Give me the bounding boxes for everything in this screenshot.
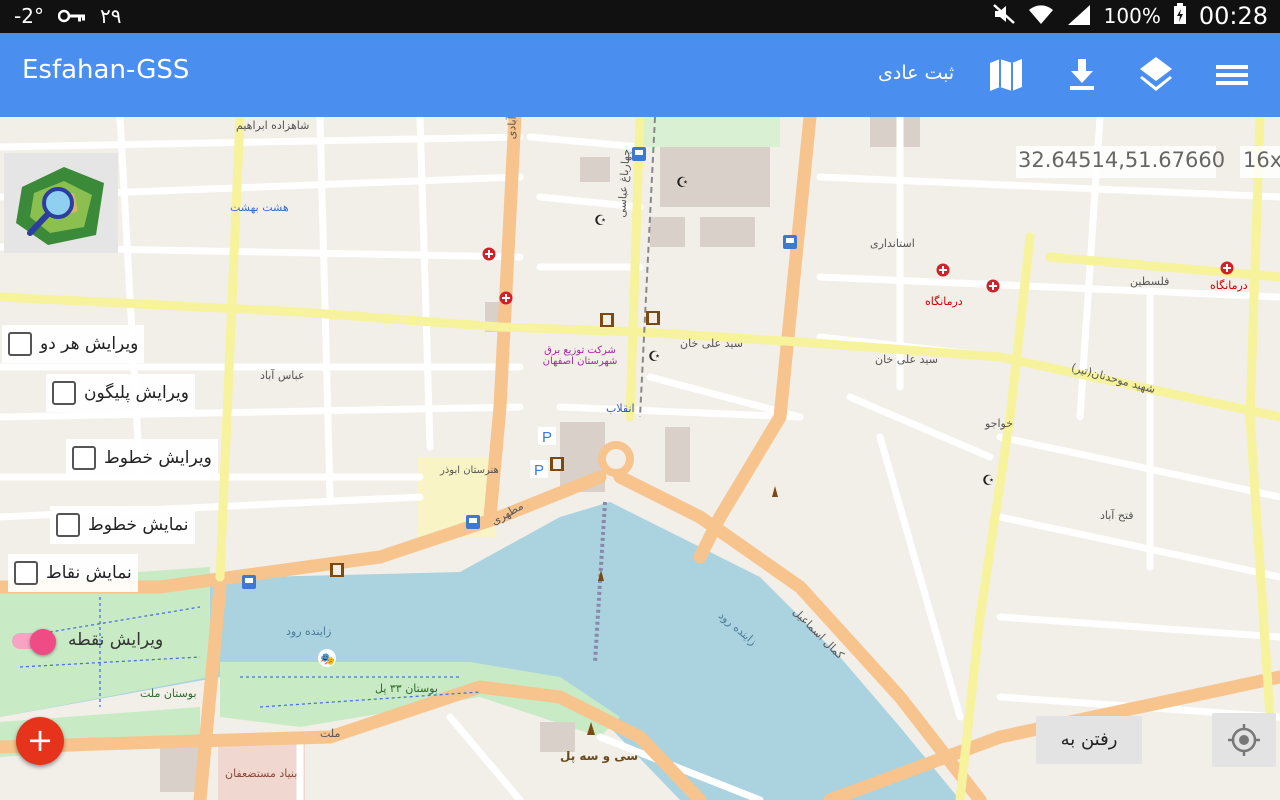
menu-icon[interactable] <box>1210 53 1254 97</box>
toggle-edit-lines[interactable]: ویرایش خطوط <box>66 439 218 477</box>
mosque-icon[interactable]: ☪ <box>676 175 690 189</box>
map-label: سید علی خان <box>680 337 743 350</box>
map-label: خواجو <box>985 417 1014 430</box>
map-label: هنرستان ابوذر <box>440 465 499 476</box>
map-label: فتح آباد <box>1100 509 1134 522</box>
mute-icon <box>992 3 1016 30</box>
map-search-icon <box>4 153 118 253</box>
hospital-icon[interactable] <box>986 279 1000 293</box>
map-icon[interactable] <box>984 53 1028 97</box>
wifi-icon <box>1028 3 1054 30</box>
svg-text:☪: ☪ <box>982 473 995 487</box>
bus-stop-icon[interactable] <box>242 575 256 589</box>
bus-stop-icon[interactable] <box>783 235 797 249</box>
parking-icon[interactable]: P <box>530 460 548 478</box>
svg-text:P: P <box>542 429 552 445</box>
point-edit-row: ویرایش نقطه <box>8 629 164 655</box>
map-label: فلسطین <box>1130 275 1170 288</box>
mosque-icon[interactable]: ☪ <box>594 213 608 227</box>
coordinates-readout: 32.64514,51.67660 <box>1016 146 1225 178</box>
map-label: بوستان ۳۳ پل <box>375 682 438 695</box>
status-bar: -2° ۲۹ 100% 00:28 <box>0 0 1280 33</box>
layers-icon[interactable] <box>1134 53 1178 97</box>
checkbox[interactable] <box>56 513 80 537</box>
monument-icon[interactable] <box>768 485 782 499</box>
bus-stop-icon[interactable] <box>632 147 646 161</box>
download-icon[interactable] <box>1060 53 1104 97</box>
cinema-icon[interactable] <box>600 313 614 327</box>
switch-knob <box>30 629 56 655</box>
toggle-show-lines-label: نمایش خطوط <box>88 515 189 535</box>
checkbox[interactable] <box>52 381 76 405</box>
app-title: Esfahan-GSS <box>22 55 190 85</box>
cinema-icon[interactable] <box>550 457 564 471</box>
theatre-icon[interactable]: 🎭 <box>318 649 336 667</box>
point-edit-label: ویرایش نقطه <box>68 630 164 650</box>
app-bar: Esfahan-GSS ثبت عادی <box>0 33 1280 117</box>
monument-icon[interactable] <box>583 721 599 737</box>
hospital-icon[interactable] <box>499 291 513 305</box>
toggle-show-lines[interactable]: نمایش خطوط <box>50 506 195 544</box>
map-label: شاهزاده ابراهیم <box>236 119 310 132</box>
signal-icon <box>1066 3 1092 30</box>
map-label: درمانگاه <box>1210 279 1248 292</box>
map-label: درمانگاه <box>925 295 963 308</box>
toggle-edit-polygon-label: ویرایش پلیگون <box>84 383 189 403</box>
checkbox[interactable] <box>14 561 38 585</box>
svg-text:P: P <box>534 462 544 478</box>
svg-text:☪: ☪ <box>676 175 689 189</box>
goto-button[interactable]: رفتن به <box>1036 716 1142 764</box>
map-label: عباس آباد <box>260 369 305 382</box>
toggle-edit-polygon[interactable]: ویرایش پلیگون <box>46 374 195 412</box>
parking-icon[interactable]: P <box>538 427 556 445</box>
toggle-edit-both[interactable]: ویرایش هر دو <box>2 325 145 363</box>
clock: 00:28 <box>1198 2 1268 30</box>
checkbox[interactable] <box>8 332 32 356</box>
hospital-icon[interactable] <box>482 247 496 261</box>
svg-text:🎭: 🎭 <box>320 652 335 666</box>
map-label: انقلاب <box>606 402 635 415</box>
map-label: استانداری <box>870 237 915 250</box>
map-label: بوستان ملت <box>140 687 197 700</box>
battery-percent: 100% <box>1103 4 1161 28</box>
map-search-thumbnail[interactable] <box>4 153 118 253</box>
cinema-icon[interactable] <box>330 563 344 577</box>
svg-text:☪: ☪ <box>594 213 607 227</box>
svg-text:☪: ☪ <box>648 349 661 363</box>
my-location-button[interactable] <box>1212 713 1276 767</box>
mosque-icon[interactable]: ☪ <box>648 349 662 363</box>
map-label: بنیاد مستضعفان <box>225 767 298 780</box>
key-icon <box>57 4 86 28</box>
map-label: ملت <box>320 727 341 740</box>
mode-label[interactable]: ثبت عادی <box>878 62 954 84</box>
map-label: سید علی خان <box>875 353 938 366</box>
hospital-icon[interactable] <box>1220 261 1234 275</box>
map-label: شمس آبادی <box>505 117 520 139</box>
temperature: -2° <box>14 4 44 28</box>
monument-icon[interactable] <box>594 569 608 583</box>
zoom-level: 16x <box>1240 146 1280 178</box>
map-label: زاینده رود <box>286 625 332 638</box>
point-edit-switch[interactable] <box>8 629 60 655</box>
map-view[interactable]: شاهزاده ابراهیم شمس آبادی چهارباغ عباسی … <box>0 117 1280 800</box>
map-label: هشت بهشت <box>230 201 289 214</box>
day-number: ۲۹ <box>99 4 122 28</box>
bus-stop-icon[interactable] <box>466 515 480 529</box>
add-point-button[interactable]: + <box>16 717 64 765</box>
map-label: سی و سه پل <box>560 749 639 763</box>
map-label: شرکت توزیع برق شهرستان اصفهان <box>542 345 618 367</box>
toggle-edit-lines-label: ویرایش خطوط <box>104 448 212 468</box>
cinema-icon[interactable] <box>646 311 660 325</box>
crosshair-icon <box>1228 724 1260 756</box>
toggle-show-points[interactable]: نمایش نقاط <box>8 554 138 592</box>
checkbox[interactable] <box>72 446 96 470</box>
hospital-icon[interactable] <box>936 263 950 277</box>
mosque-icon[interactable]: ☪ <box>982 473 996 487</box>
toggle-show-points-label: نمایش نقاط <box>46 563 132 583</box>
toggle-edit-both-label: ویرایش هر دو <box>40 334 139 354</box>
battery-icon <box>1173 2 1187 30</box>
